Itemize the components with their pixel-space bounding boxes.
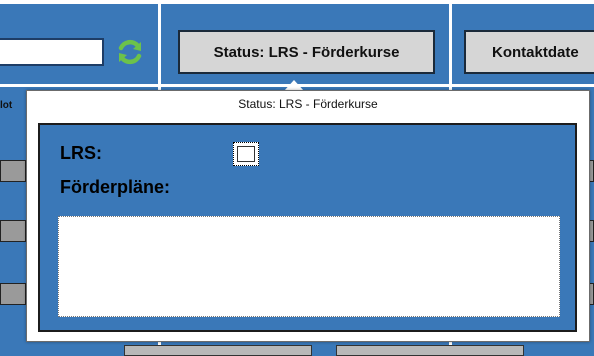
footer-button[interactable] [124,345,312,356]
popover-form: LRS: Förderpläne: [38,123,577,332]
table-row[interactable] [0,160,26,182]
refresh-icon [118,39,142,65]
kontaktdaten-button[interactable]: Kontaktdate [464,30,594,74]
lrs-label: LRS: [60,143,102,163]
search-input[interactable] [0,38,104,66]
lrs-checkbox[interactable] [233,142,259,166]
table-row[interactable] [0,283,26,305]
refresh-button[interactable] [114,36,146,68]
table-row[interactable] [0,220,26,242]
popover-title: Status: LRS - Förderkurse [238,97,378,111]
footer-button[interactable] [336,345,524,356]
top-border [0,0,594,4]
status-lrs-button[interactable]: Status: LRS - Förderkurse [178,30,435,74]
foerderplaene-textarea[interactable] [58,216,560,317]
foerderplaene-label: Förderpläne: [60,177,171,197]
status-popover: Status: LRS - Förderkurse LRS: Förderplä… [26,90,590,342]
partial-column-label: lot [0,100,13,111]
